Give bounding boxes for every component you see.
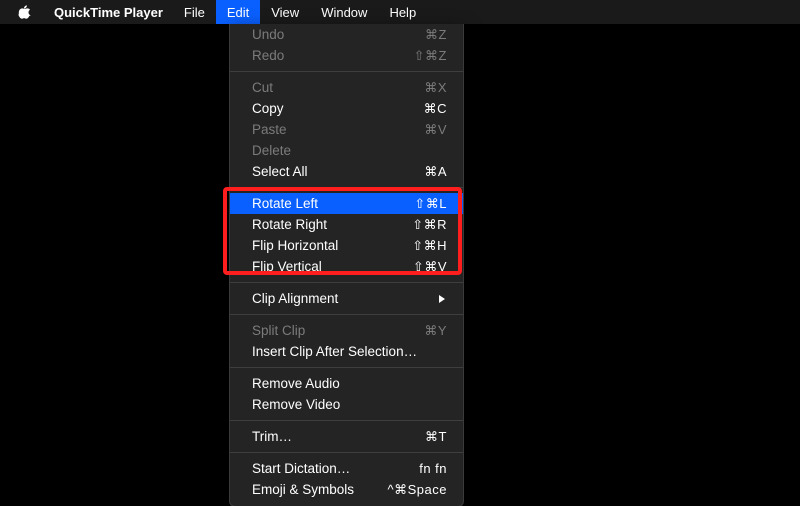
menu-item-label: Split Clip: [252, 320, 305, 341]
menu-separator: [230, 314, 463, 315]
menu-item-label: Delete: [252, 140, 291, 161]
menu-item-label: Copy: [252, 98, 284, 119]
menu-separator: [230, 452, 463, 453]
menu-item-remove-video[interactable]: Remove Video: [230, 394, 463, 415]
menu-item-start-dictation[interactable]: Start Dictation… fn fn: [230, 458, 463, 479]
menu-item-paste: Paste ⌘V: [230, 119, 463, 140]
menu-item-label: Redo: [252, 45, 284, 66]
menu-item-label: Paste: [252, 119, 287, 140]
menu-item-label: Flip Horizontal: [252, 235, 338, 256]
menu-item-shortcut: ⌘Z: [425, 24, 447, 45]
menu-item-shortcut: ⇧⌘Z: [414, 45, 447, 66]
menu-separator: [230, 71, 463, 72]
edit-menu-dropdown: Undo ⌘Z Redo ⇧⌘Z Cut ⌘X Copy ⌘C Paste ⌘V DeleteSel…: [229, 24, 464, 506]
menu-item-label: Remove Audio: [252, 373, 340, 394]
menu-separator: [230, 282, 463, 283]
menu-file[interactable]: File: [173, 0, 216, 24]
menu-separator: [230, 367, 463, 368]
menu-item-shortcut: ^⌘Space: [388, 479, 447, 500]
menu-item-clip-alignment[interactable]: Clip Alignment: [230, 288, 463, 309]
menu-item-shortcut: ⌘C: [424, 98, 447, 119]
menu-item-label: Remove Video: [252, 394, 340, 415]
menu-item-label: Rotate Left: [252, 193, 318, 214]
menu-item-flip-vertical[interactable]: Flip Vertical ⇧⌘V: [230, 256, 463, 277]
menu-separator: [230, 420, 463, 421]
menu-item-label: Trim…: [252, 426, 292, 447]
menu-item-split-clip: Split Clip ⌘Y: [230, 320, 463, 341]
menu-item-label: Start Dictation…: [252, 458, 350, 479]
menu-view[interactable]: View: [260, 0, 310, 24]
menu-item-cut: Cut ⌘X: [230, 77, 463, 98]
submenu-arrow-icon: [439, 295, 445, 303]
menu-item-copy[interactable]: Copy ⌘C: [230, 98, 463, 119]
menu-item-shortcut: ⇧⌘L: [414, 193, 447, 214]
menu-item-label: Select All: [252, 161, 308, 182]
apple-logo-icon[interactable]: [14, 0, 34, 24]
menu-item-label: Flip Vertical: [252, 256, 322, 277]
menu-item-undo: Undo ⌘Z: [230, 24, 463, 45]
menu-item-shortcut: ⌘X: [424, 77, 447, 98]
menu-item-label: Cut: [252, 77, 273, 98]
menu-item-shortcut: ⇧⌘H: [412, 235, 447, 256]
menubar: QuickTime Player FileEditViewWindowHelp: [0, 0, 800, 24]
menu-item-shortcut: fn fn: [419, 458, 447, 479]
menu-item-rotate-left[interactable]: Rotate Left ⇧⌘L: [230, 193, 463, 214]
menu-item-label: Rotate Right: [252, 214, 327, 235]
menu-item-label: Insert Clip After Selection…: [252, 341, 417, 362]
menu-item-select-all[interactable]: Select All ⌘A: [230, 161, 463, 182]
menu-item-delete: Delete: [230, 140, 463, 161]
menu-item-shortcut: ⌘T: [425, 426, 447, 447]
menu-item-shortcut: ⌘A: [424, 161, 447, 182]
menu-separator: [230, 187, 463, 188]
menu-help[interactable]: Help: [378, 0, 427, 24]
menu-edit[interactable]: Edit: [216, 0, 260, 24]
menu-item-trim[interactable]: Trim… ⌘T: [230, 426, 463, 447]
menu-item-remove-audio[interactable]: Remove Audio: [230, 373, 463, 394]
menu-item-shortcut: ⇧⌘R: [412, 214, 447, 235]
menu-item-emoji-symbols[interactable]: Emoji & Symbols ^⌘Space: [230, 479, 463, 500]
menu-item-label: Undo: [252, 24, 284, 45]
menu-window[interactable]: Window: [310, 0, 378, 24]
menu-item-insert-clip-after-selection[interactable]: Insert Clip After Selection…: [230, 341, 463, 362]
menu-item-shortcut: ⌘V: [424, 119, 447, 140]
menu-item-flip-horizontal[interactable]: Flip Horizontal ⇧⌘H: [230, 235, 463, 256]
app-name[interactable]: QuickTime Player: [44, 0, 173, 24]
menu-item-redo: Redo ⇧⌘Z: [230, 45, 463, 66]
menu-item-label: Emoji & Symbols: [252, 479, 354, 500]
menu-item-label: Clip Alignment: [252, 288, 338, 309]
menu-item-rotate-right[interactable]: Rotate Right ⇧⌘R: [230, 214, 463, 235]
menu-item-shortcut: ⌘Y: [424, 320, 447, 341]
menu-item-shortcut: ⇧⌘V: [413, 256, 447, 277]
